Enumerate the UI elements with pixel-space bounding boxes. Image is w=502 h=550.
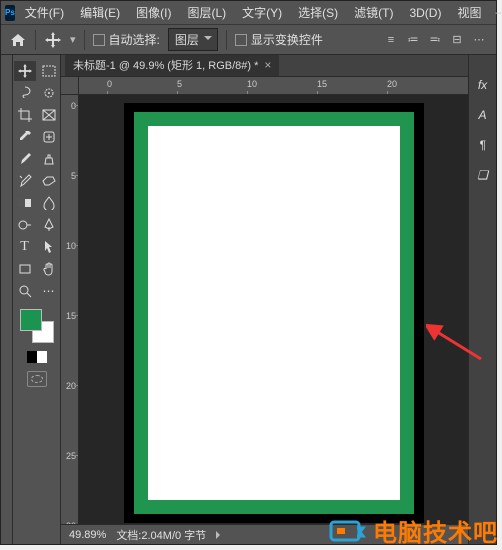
zoom-tool[interactable] [14, 281, 36, 301]
quick-select-tool[interactable] [38, 83, 60, 103]
hand-tool[interactable] [38, 259, 60, 279]
menu-image[interactable]: 图像(I) [130, 2, 177, 23]
ruler-tick: 5 [177, 79, 182, 89]
character-panel-icon[interactable]: A [473, 105, 493, 125]
brush-tool[interactable] [14, 149, 36, 169]
more-icon[interactable]: ⋯ [470, 32, 488, 48]
right-panel-strip: fx A ¶ ❏ [468, 55, 496, 544]
separator [35, 30, 36, 50]
ruler-tick: 20 [387, 79, 397, 89]
document-area: 未标题-1 @ 49.9% (矩形 1, RGB/8#) * × 0 5 10 … [61, 55, 468, 544]
foreground-swatch[interactable] [20, 309, 42, 331]
history-brush-tool[interactable] [14, 171, 36, 191]
clone-stamp-tool[interactable] [38, 149, 60, 169]
move-tool[interactable] [14, 61, 36, 81]
ruler-tick: 15 [62, 311, 76, 321]
tab-bar: 未标题-1 @ 49.9% (矩形 1, RGB/8#) * × [61, 55, 468, 77]
quick-mask-toggle[interactable] [27, 371, 47, 387]
ruler-tick: 15 [317, 79, 327, 89]
align-icon[interactable]: ≔ [404, 32, 422, 48]
color-swatches[interactable] [20, 309, 54, 343]
edit-toolbar[interactable]: ⋯ [38, 281, 60, 301]
chevron-right-icon[interactable] [216, 531, 224, 539]
auto-select-dropdown[interactable]: 图层 [168, 28, 218, 51]
menu-layer[interactable]: 图层(L) [181, 2, 232, 23]
auto-select-checkbox[interactable]: 自动选择: [93, 31, 160, 48]
options-bar: ▾ 自动选择: 图层 显示变换控件 ≡ ≔ ≕ ⊟ ⋯ [1, 25, 496, 55]
frame-tool[interactable] [38, 105, 60, 125]
ruler-tick: 30 [62, 521, 76, 524]
menu-3d[interactable]: 3D(D) [403, 4, 447, 22]
rectangle-shape[interactable] [134, 112, 414, 514]
minimize-button[interactable]: — [495, 4, 502, 22]
doc-info[interactable]: 文档:2.04M/0 字节 [116, 527, 206, 543]
close-tab-icon[interactable]: × [264, 58, 271, 72]
menu-bar: Ps 文件(F) 编辑(E) 图像(I) 图层(L) 文字(Y) 选择(S) 滤… [1, 1, 496, 25]
menu-view[interactable]: 视图 [451, 2, 487, 23]
photoshop-window: Ps 文件(F) 编辑(E) 图像(I) 图层(L) 文字(Y) 选择(S) 滤… [0, 0, 497, 545]
canvas[interactable] [124, 103, 424, 523]
mini-swatch-icon[interactable] [27, 351, 47, 363]
align-icons: ≡ ≔ ≕ ⊟ ⋯ [382, 32, 488, 48]
path-select-tool[interactable] [38, 237, 60, 257]
healing-brush-tool[interactable] [38, 127, 60, 147]
show-transform-label: 显示变换控件 [251, 31, 323, 48]
lasso-tool[interactable] [14, 83, 36, 103]
canvas-viewport[interactable] [79, 95, 468, 524]
dodge-tool[interactable] [14, 215, 36, 235]
toolbox: T ⋯ [13, 55, 61, 544]
eraser-tool[interactable] [38, 171, 60, 191]
watermark-text: 电脑技术吧 [373, 513, 498, 548]
ruler-tick: 5 [62, 171, 76, 181]
ruler-tick: 10 [247, 79, 257, 89]
left-strip [1, 55, 13, 544]
crop-tool[interactable] [14, 105, 36, 125]
ruler-tick: 25 [62, 451, 76, 461]
layer-style-panel-icon[interactable]: fx [473, 75, 493, 95]
pen-tool[interactable] [38, 215, 60, 235]
checkbox-unchecked-icon [235, 34, 247, 46]
rectangle-tool[interactable] [14, 259, 36, 279]
menu-filter[interactable]: 滤镜(T) [348, 2, 399, 23]
home-icon[interactable] [9, 31, 27, 49]
marquee-tool[interactable] [38, 61, 60, 81]
watermark-icon [327, 516, 367, 546]
align-icon[interactable]: ⊟ [448, 32, 466, 48]
ruler-vertical[interactable]: 0 5 10 15 20 25 30 [61, 95, 79, 524]
ruler-tick: 0 [107, 79, 112, 89]
align-icon[interactable]: ≡ [382, 32, 400, 48]
separator [226, 30, 227, 50]
properties-panel-icon[interactable]: ❏ [473, 165, 493, 185]
zoom-level[interactable]: 49.89% [69, 529, 106, 541]
eyedropper-tool[interactable] [14, 127, 36, 147]
show-transform-checkbox[interactable]: 显示变换控件 [235, 31, 323, 48]
ruler-origin[interactable] [61, 77, 79, 95]
menu-edit[interactable]: 编辑(E) [74, 2, 126, 23]
ruler-tick: 20 [62, 381, 76, 391]
auto-select-label: 自动选择: [109, 31, 160, 48]
paragraph-panel-icon[interactable]: ¶ [473, 135, 493, 155]
menu-type[interactable]: 文字(Y) [236, 2, 288, 23]
align-icon[interactable]: ≕ [426, 32, 444, 48]
work-area: T ⋯ 未标题-1 @ 49.9% (矩形 1, RGB/8#) * [1, 55, 496, 544]
ruler-horizontal[interactable]: 0 5 10 15 20 [79, 77, 468, 95]
watermark: 电脑技术吧 [327, 513, 498, 548]
move-tool-icon[interactable] [44, 31, 62, 49]
separator [84, 30, 85, 50]
checkbox-unchecked-icon [93, 34, 105, 46]
type-tool[interactable]: T [14, 237, 36, 257]
ruler-tick: 0 [62, 101, 76, 111]
ruler-tick: 10 [62, 241, 76, 251]
menu-select[interactable]: 选择(S) [292, 2, 344, 23]
document-tab[interactable]: 未标题-1 @ 49.9% (矩形 1, RGB/8#) * × [65, 55, 279, 76]
canvas-region: 0 5 10 15 20 0 5 10 15 20 25 30 [61, 77, 468, 524]
menu-file[interactable]: 文件(F) [19, 2, 70, 23]
blur-tool[interactable] [38, 193, 60, 213]
gradient-tool[interactable] [14, 193, 36, 213]
document-tab-label: 未标题-1 @ 49.9% (矩形 1, RGB/8#) * [73, 57, 258, 73]
app-logo: Ps [5, 5, 15, 21]
